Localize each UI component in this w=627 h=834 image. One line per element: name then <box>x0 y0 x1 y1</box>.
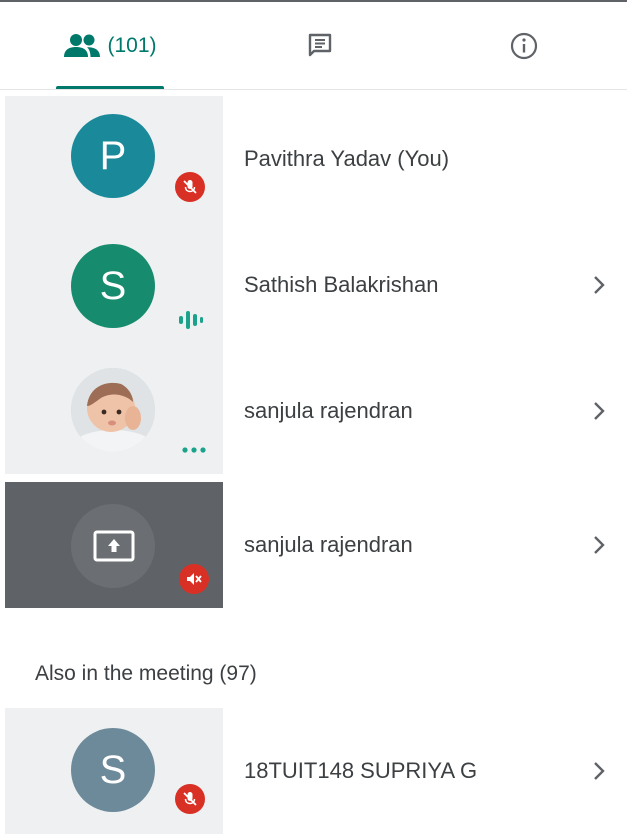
participant-name: Pavithra Yadav (You) <box>244 146 450 171</box>
tab-info[interactable] <box>420 2 627 90</box>
participant-row[interactable]: sanjula rajendran <box>0 348 627 474</box>
divider <box>0 89 627 90</box>
present-screen-icon <box>93 530 135 562</box>
section-heading: Also in the meeting (97) <box>35 662 257 685</box>
participant-tile: S <box>5 222 223 348</box>
participant-row[interactable]: S Sathish Balakrishan <box>0 222 627 348</box>
chevron-right-icon[interactable] <box>588 398 610 424</box>
speaking-indicator-icon <box>179 311 203 329</box>
participant-name: sanjula rajendran <box>244 398 413 423</box>
mic-off-icon <box>183 180 197 194</box>
info-icon <box>510 32 537 60</box>
avatar-initial: S <box>99 263 127 308</box>
avatar-initial: S <box>99 747 127 792</box>
participant-row[interactable]: S 18TUIT148 SUPRIYA G <box>0 708 627 834</box>
avatar-initial: P <box>99 133 127 178</box>
volume-off-icon <box>187 573 202 585</box>
chevron-right-icon[interactable] <box>588 532 610 558</box>
baby-photo <box>71 368 155 452</box>
avatar: S <box>71 728 155 812</box>
presentation-tile <box>5 482 223 608</box>
chevron-right-icon[interactable] <box>588 272 610 298</box>
tab-chat[interactable] <box>220 2 420 90</box>
chat-icon <box>308 33 332 57</box>
tab-bar: (101) <box>0 2 627 90</box>
avatar: P <box>71 114 155 198</box>
participant-name: 18TUIT148 SUPRIYA G <box>244 758 478 783</box>
people-icon <box>64 34 101 57</box>
participant-name: sanjula rajendran <box>244 532 413 557</box>
avatar-photo <box>71 368 155 452</box>
avatar: S <box>71 244 155 328</box>
participant-tile <box>5 348 223 474</box>
participant-tile: S <box>5 708 223 834</box>
people-count: (101) <box>107 34 157 57</box>
more-dots-icon <box>182 447 206 453</box>
tab-people[interactable]: (101) <box>0 2 220 90</box>
participant-row[interactable]: sanjula rajendran <box>0 482 627 608</box>
chevron-right-icon[interactable] <box>588 758 610 784</box>
participant-row[interactable]: P Pavithra Yadav (You) <box>0 96 627 222</box>
mic-off-icon <box>183 792 197 806</box>
volume-off-badge <box>179 564 209 594</box>
participant-tile: P <box>5 96 223 222</box>
mic-off-badge <box>175 172 205 202</box>
participant-name: Sathish Balakrishan <box>244 272 439 297</box>
